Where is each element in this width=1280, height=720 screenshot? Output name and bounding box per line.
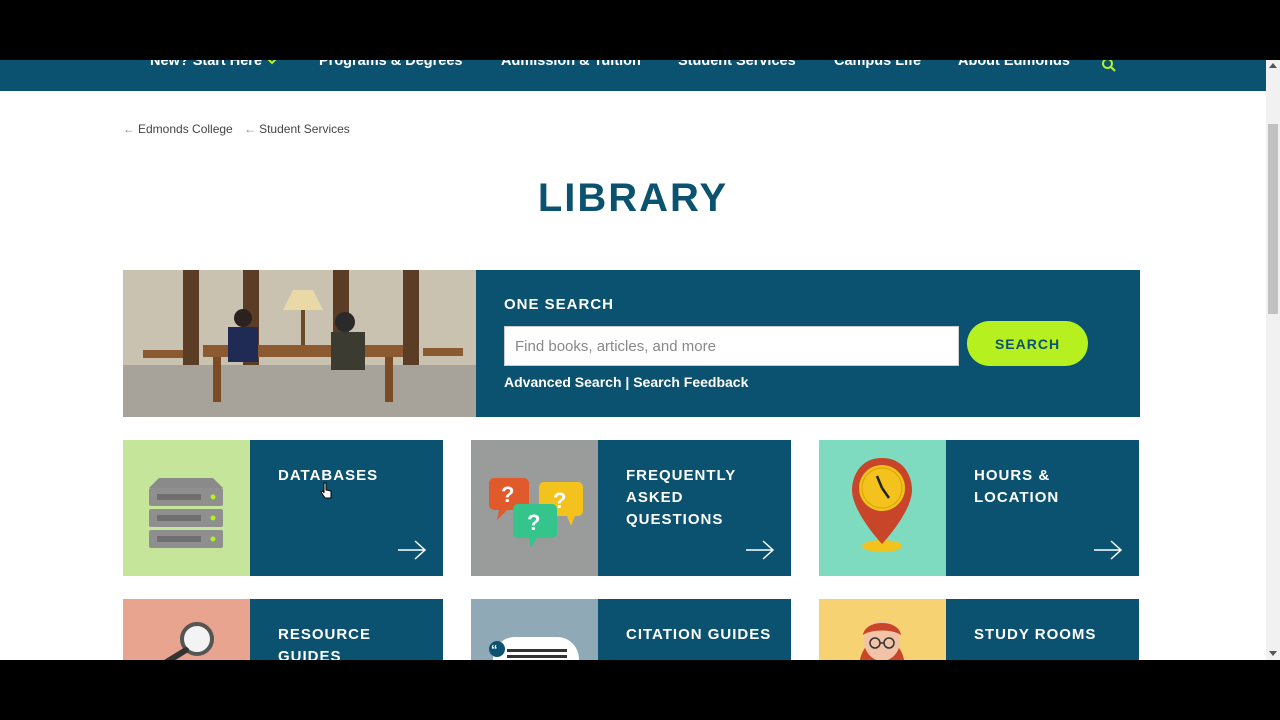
arrow-right-icon [398, 540, 427, 560]
scroll-down-arrow-icon[interactable] [1269, 651, 1277, 656]
svg-text:?: ? [527, 510, 540, 535]
card-title: HOURS & LOCATION [974, 467, 1060, 506]
card-study-rooms[interactable]: STUDY ROOMS [819, 599, 1139, 660]
card-databases[interactable]: DATABASES [123, 440, 443, 576]
browser-viewport: New? Start Here Programs & Degrees Admis… [0, 60, 1280, 660]
one-search-input[interactable] [504, 326, 959, 366]
card-title: STUDY ROOMS [974, 626, 1097, 643]
nav-label: New? Start Here [150, 60, 263, 69]
card-resource-guides[interactable]: RESOURCE GUIDES [123, 599, 443, 660]
breadcrumb: ← Edmonds College ← Student Services [123, 122, 358, 136]
nav-new-start-here[interactable]: New? Start Here [150, 60, 278, 69]
chevron-down-icon [267, 60, 277, 65]
one-search-label: ONE SEARCH [504, 296, 615, 313]
nav-admission-tuition[interactable]: Admission & Tuition [501, 60, 641, 69]
mouse-cursor-icon [320, 482, 332, 499]
link-separator: | [625, 374, 630, 390]
advanced-search-link[interactable]: Advanced Search [504, 374, 622, 390]
card-title: CITATION GUIDES [626, 626, 772, 643]
person-icon [819, 599, 946, 660]
arrow-right-icon [746, 540, 775, 560]
search-links: Advanced Search | Search Feedback [504, 374, 748, 390]
svg-text:“: “ [491, 642, 498, 657]
scroll-up-arrow-icon[interactable] [1269, 63, 1277, 68]
nav-programs-degrees[interactable]: Programs & Degrees [319, 60, 462, 69]
card-faq[interactable]: ? ? ? FREQUENTLY ASKED QUESTIONS [471, 440, 791, 576]
scroll-thumb[interactable] [1268, 124, 1278, 314]
search-icon[interactable] [1101, 60, 1117, 73]
nav-student-services[interactable]: Student Services [678, 60, 796, 69]
card-hours-location[interactable]: HOURS & LOCATION [819, 440, 1139, 576]
breadcrumb-label: Edmonds College [138, 122, 233, 136]
library-study-photo [123, 270, 476, 417]
nav-campus-life[interactable]: Campus Life [834, 60, 921, 69]
card-title: DATABASES [278, 467, 379, 484]
breadcrumb-edmonds-college[interactable]: ← Edmonds College [123, 122, 233, 136]
card-title: RESOURCE GUIDES [278, 626, 372, 660]
arrow-right-icon [1094, 540, 1123, 560]
card-citation-guides[interactable]: “ CITATION GUIDES [471, 599, 791, 660]
page-title: LIBRARY [537, 176, 729, 220]
question-bubbles-icon: ? ? ? [471, 440, 598, 576]
breadcrumb-student-services[interactable]: ← Student Services [244, 122, 350, 136]
main-navigation: New? Start Here Programs & Degrees Admis… [0, 60, 1266, 91]
quote-doc-icon: “ [471, 599, 598, 660]
vertical-scrollbar[interactable] [1266, 60, 1280, 660]
arrow-left-icon: ← [123, 122, 135, 136]
search-button[interactable]: SEARCH [967, 321, 1088, 366]
card-title: FREQUENTLY ASKED QUESTIONS [626, 467, 737, 528]
one-search-panel: ONE SEARCH SEARCH Advanced Search | Sear… [123, 270, 1140, 417]
breadcrumb-label: Student Services [259, 122, 350, 136]
search-feedback-link[interactable]: Search Feedback [633, 374, 748, 390]
clock-pin-icon [819, 440, 946, 576]
server-icon [123, 440, 250, 576]
magnifier-icon [123, 599, 250, 660]
svg-text:?: ? [501, 482, 514, 507]
nav-about-edmonds[interactable]: About Edmonds [958, 60, 1070, 69]
arrow-left-icon: ← [244, 122, 257, 136]
